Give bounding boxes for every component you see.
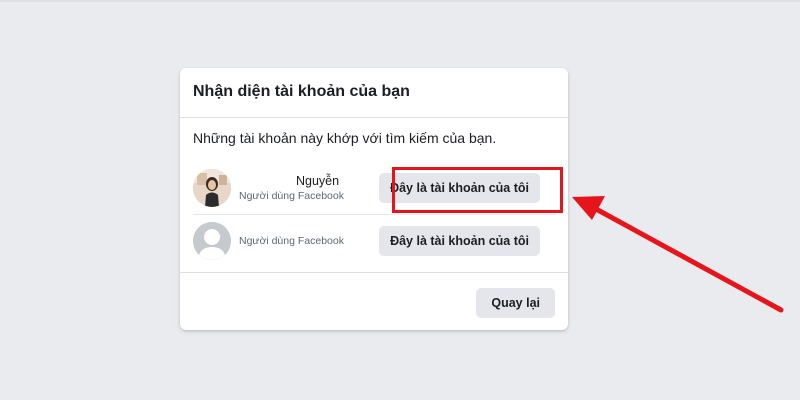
profile-photo-icon	[193, 169, 231, 207]
account-info: Nguyễn Người dùng Facebook	[239, 174, 344, 203]
account-info: Người dùng Facebook	[239, 234, 344, 248]
default-silhouette-icon	[193, 222, 231, 260]
account-name: Nguyễn	[296, 173, 340, 188]
this-is-my-account-button[interactable]: Đây là tài khoản của tôi	[379, 226, 540, 256]
dialog-subtitle: Những tài khoản này khớp với tìm kiếm củ…	[193, 130, 497, 146]
identify-account-dialog: Nhận diện tài khoản của bạn Những tài kh…	[180, 68, 568, 330]
dialog-body: Những tài khoản này khớp với tìm kiếm củ…	[180, 118, 568, 267]
avatar[interactable]	[193, 169, 231, 207]
dialog-title: Nhận diện tài khoản của bạn	[193, 83, 410, 100]
account-row: Người dùng Facebook Đây là tài khoản của…	[193, 214, 555, 267]
arrow-shaft	[593, 206, 784, 313]
account-type: Người dùng Facebook	[239, 235, 344, 247]
dialog-header: Nhận diện tài khoản của bạn	[180, 68, 568, 118]
dialog-footer: Quay lại	[180, 272, 568, 330]
arrow-head-icon	[572, 196, 605, 220]
top-strip	[0, 0, 800, 2]
account-row: Nguyễn Người dùng Facebook Đây là tài kh…	[193, 162, 555, 214]
avatar[interactable]	[193, 222, 231, 260]
back-button[interactable]: Quay lại	[476, 288, 555, 318]
this-is-my-account-button[interactable]: Đây là tài khoản của tôi	[379, 173, 540, 203]
account-type: Người dùng Facebook	[239, 189, 344, 202]
